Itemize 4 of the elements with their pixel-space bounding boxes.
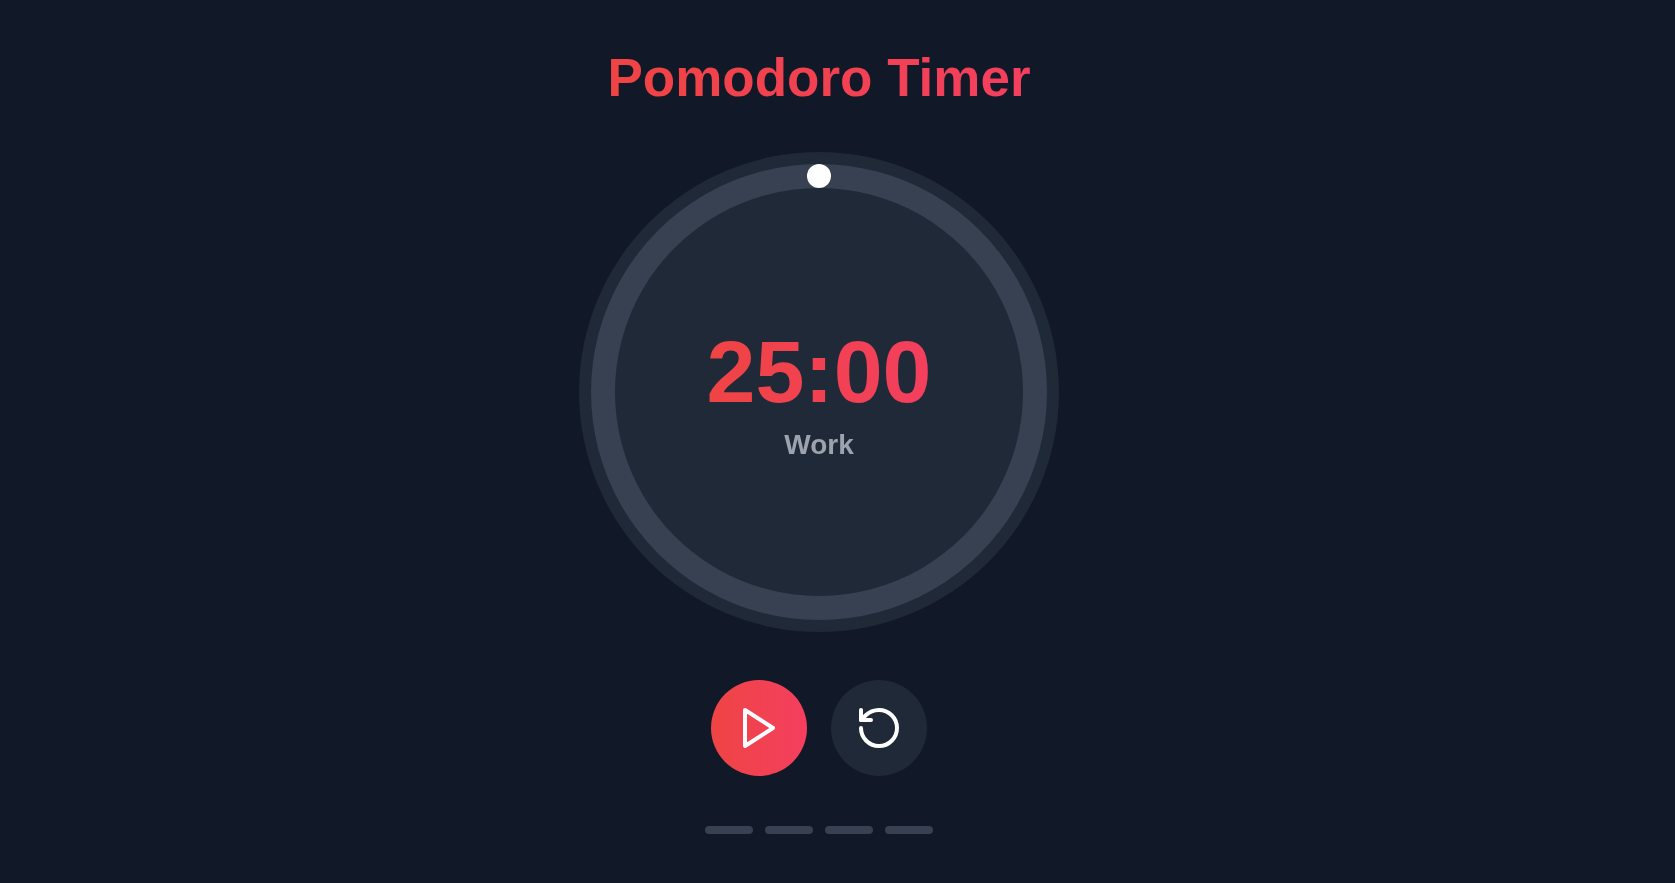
ring-dot-icon [807,163,831,188]
play-icon [743,707,775,748]
mode-label: Work [784,427,854,462]
circular-arrow-icon [859,707,899,748]
